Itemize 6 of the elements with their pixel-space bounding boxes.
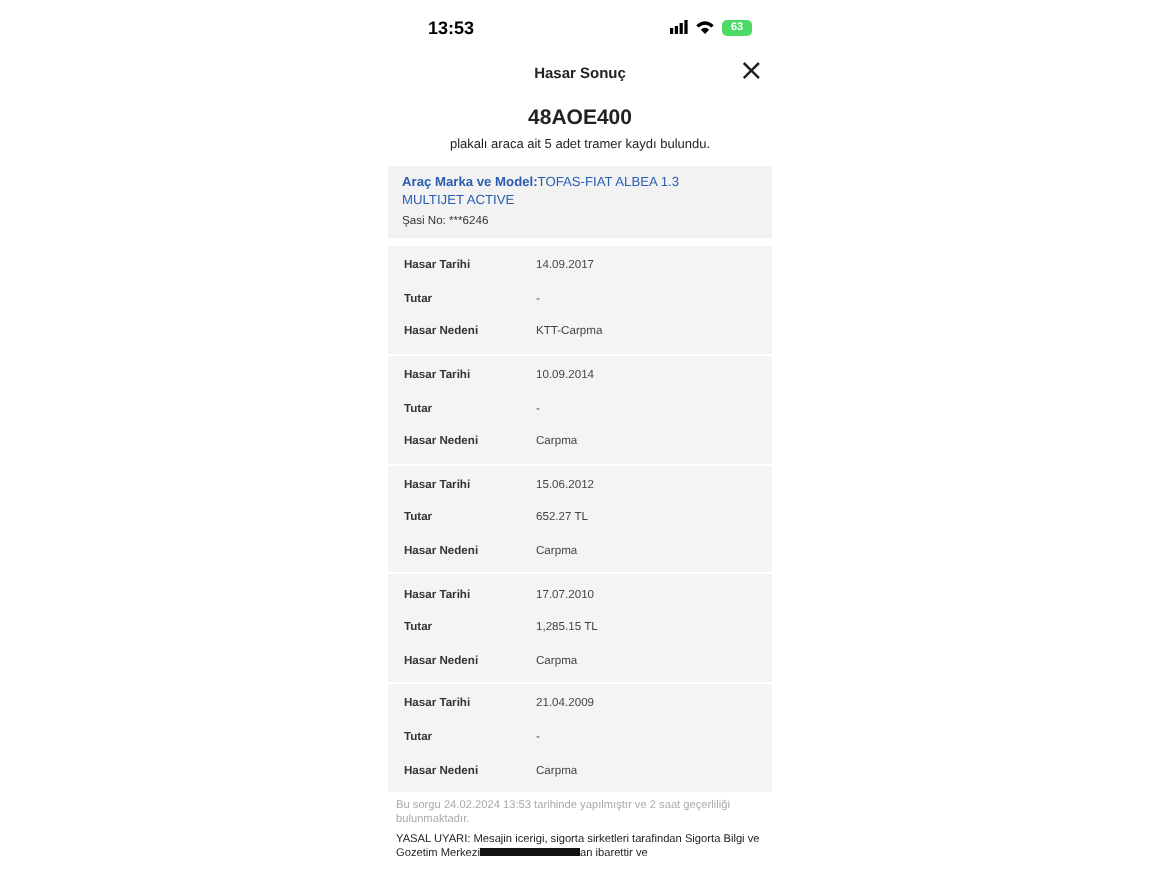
redaction-bar [479,848,580,857]
status-time: 13:53 [428,17,475,37]
plate-number: 48AOE400 [526,106,634,130]
signal-icon [670,20,688,34]
wifi-icon [696,20,714,34]
close-button[interactable]: × [738,54,764,86]
